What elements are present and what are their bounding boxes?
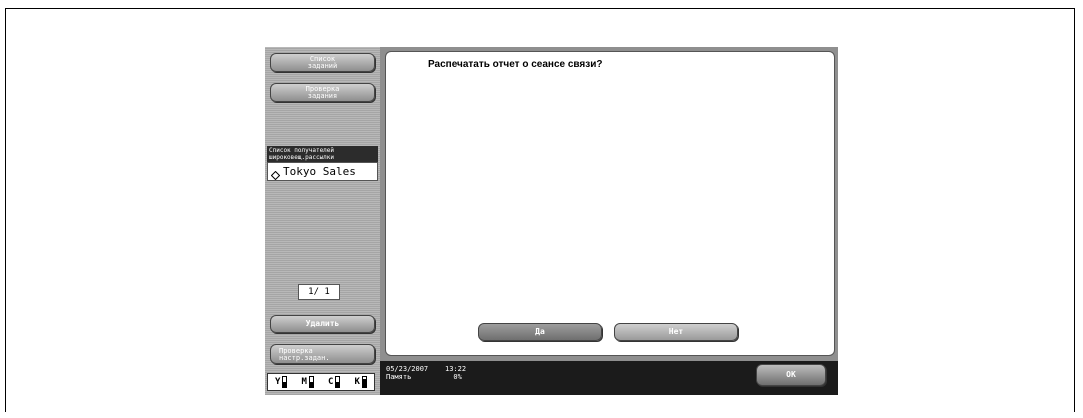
dialog-question: Распечатать отчет о сеансе связи? (428, 59, 603, 70)
toner-y-label: Y (275, 377, 281, 387)
recipient-item-label: Tokyo Sales (283, 165, 356, 178)
left-sidebar: Список заданий Проверка задания Список п… (265, 47, 380, 395)
ok-label: OK (786, 370, 796, 379)
status-bar: 05/23/2007 13:22 Память 0% OK (380, 361, 838, 395)
toner-m: M (302, 376, 314, 388)
control-panel-screen: Список заданий Проверка задания Список п… (265, 47, 838, 395)
yes-label: Да (535, 327, 545, 336)
toner-c-bar (335, 376, 341, 388)
recipient-header-line-2: широковещ.рассылки (269, 154, 335, 161)
memory-text: Память 0% (386, 373, 462, 381)
job-check-button[interactable]: Проверка задания (270, 83, 375, 102)
delete-label: Удалить (305, 319, 340, 328)
no-label: Нет (668, 327, 684, 336)
toner-m-label: M (301, 377, 307, 387)
toner-c: C (328, 376, 341, 388)
diamond-icon (270, 168, 281, 180)
check-settings-button[interactable]: Проверка настр.задан. (270, 344, 375, 364)
toner-k-bar (361, 376, 367, 388)
job-check-label-2: задания (307, 92, 338, 100)
toner-c-label: C (328, 377, 334, 387)
page-indicator: 1/ 1 (298, 284, 340, 300)
yes-button[interactable]: Да (478, 323, 602, 341)
check-settings-label-2: настр.задан. (279, 354, 330, 362)
toner-y-bar (282, 376, 288, 388)
no-button[interactable]: Нет (614, 323, 738, 341)
confirm-dialog: Распечатать отчет о сеансе связи? Да Нет (385, 51, 835, 356)
toner-k-label: K (354, 377, 360, 387)
toner-y: Y (275, 376, 288, 388)
recipient-header-line-1: Список получателей (269, 147, 335, 154)
delete-button[interactable]: Удалить (270, 315, 375, 333)
recipient-list-header: Список получателей широковещ.рассылки (267, 146, 378, 162)
datetime-text: 05/23/2007 13:22 (386, 365, 467, 373)
job-list-label-2: заданий (307, 62, 338, 70)
toner-m-bar (308, 376, 314, 388)
job-list-button[interactable]: Список заданий (270, 53, 375, 72)
toner-indicator: Y M C K (267, 373, 375, 391)
toner-k: K (355, 376, 367, 388)
recipient-item[interactable]: Tokyo Sales (267, 162, 378, 181)
ok-button[interactable]: OK (756, 364, 826, 386)
